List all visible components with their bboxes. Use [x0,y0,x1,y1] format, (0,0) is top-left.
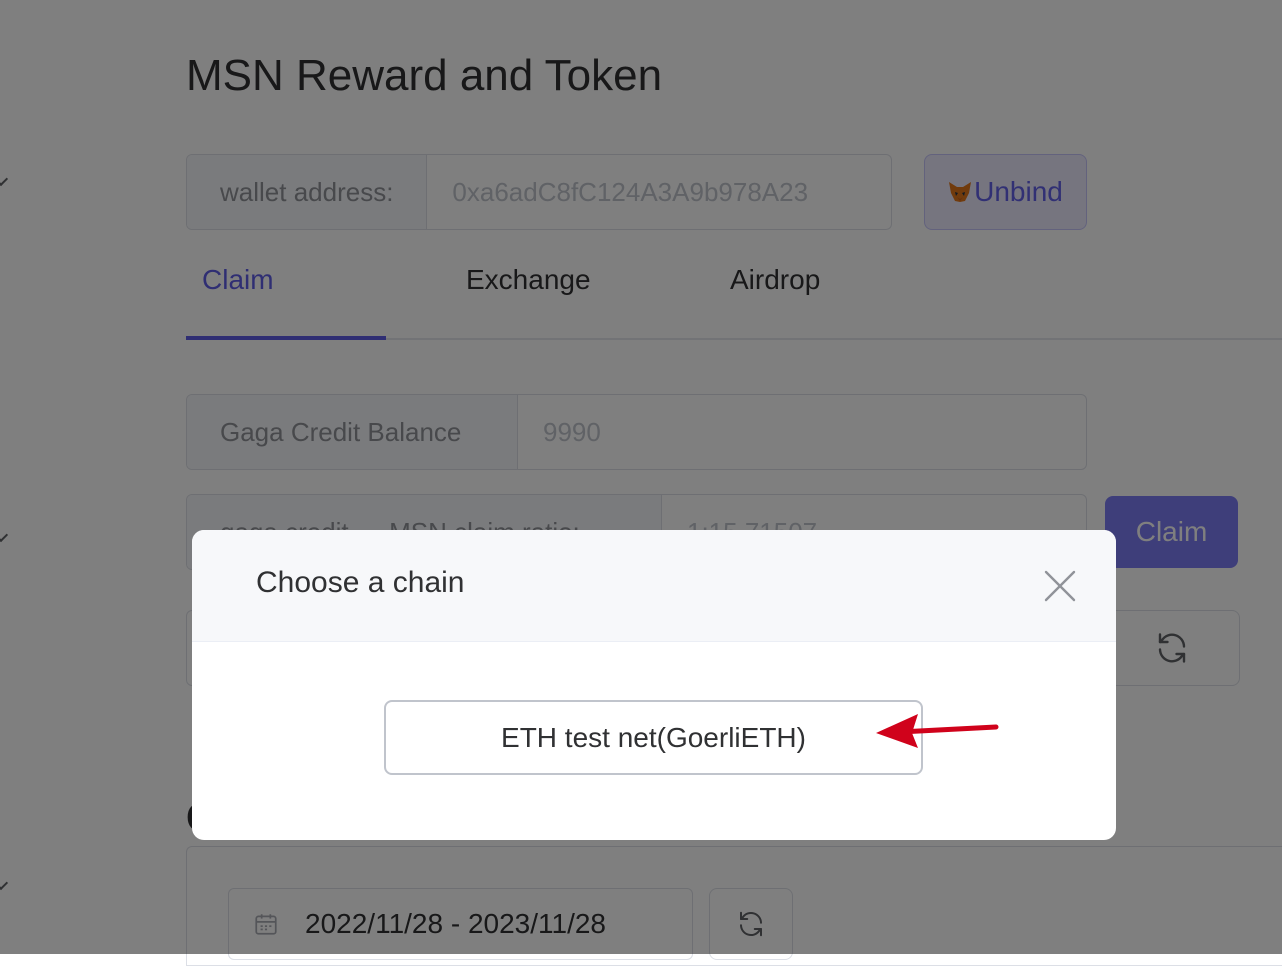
close-icon[interactable] [1040,566,1080,606]
dialog-header: Choose a chain [192,530,1116,642]
dialog-title: Choose a chain [256,566,465,599]
red-arrow-annotation-icon [876,714,999,748]
choose-chain-dialog: Choose a chain ETH test net(GoerliETH) [192,530,1116,840]
chain-option-goerli-button[interactable]: ETH test net(GoerliETH) [384,700,923,775]
